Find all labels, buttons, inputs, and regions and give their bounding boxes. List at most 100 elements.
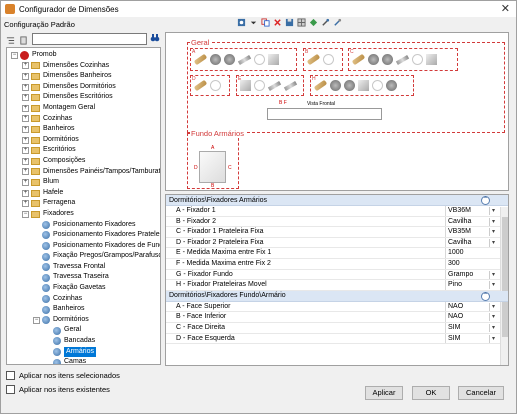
cancel-button[interactable]: Cancelar (458, 386, 504, 400)
property-select[interactable]: NAO ▾ (446, 302, 498, 312)
tree-node[interactable]: + Banheiros (7, 124, 160, 135)
tree-node[interactable]: + Dormitórios (7, 135, 160, 146)
tree-node[interactable]: + Dimensões Dormitórios (7, 82, 160, 93)
tree-node[interactable]: Posicionamento Fixadores de Fundo (7, 241, 160, 252)
property-select[interactable]: NAO ▾ (446, 312, 498, 322)
tree-node[interactable]: Travessa Frontal (7, 262, 160, 273)
tree-node[interactable]: Posicionamento Fixadores Prateleiras (7, 230, 160, 241)
category-tree[interactable]: − Promob + Dimensões Cozinhas + Dimensões Ban… (6, 47, 161, 365)
chevron-down-icon[interactable]: ▾ (489, 270, 497, 279)
tree-node[interactable]: − Promob (7, 50, 160, 61)
tree-node[interactable]: + Dimensões Cozinhas (7, 61, 160, 72)
tree-node[interactable]: + Composições (7, 156, 160, 167)
search-input[interactable] (32, 33, 147, 45)
section-header[interactable]: Dormitórios\Fixadores Armários ⌃ (166, 195, 508, 206)
tree-node[interactable]: + Montagem Geral (7, 103, 160, 114)
property-select[interactable]: SIM ▾ (446, 323, 498, 333)
tree-node[interactable]: Camas (7, 357, 160, 364)
chevron-down-icon[interactable]: ▾ (489, 334, 497, 343)
tree-node[interactable]: + Blum (7, 177, 160, 188)
chevron-down-icon[interactable]: ▾ (489, 313, 497, 322)
copy-icon[interactable] (261, 17, 270, 27)
chevron-down-icon[interactable]: ▾ (489, 302, 497, 311)
tree-node[interactable]: + Dimensões Painéis/Tampos/Tamburatos (7, 167, 160, 178)
chevron-down-icon[interactable]: ▾ (489, 207, 497, 215)
tree-node[interactable]: + Dimensões Escritórios (7, 92, 160, 103)
expand-toggle-icon[interactable]: + (22, 147, 29, 155)
list-icon[interactable] (19, 35, 28, 45)
property-select[interactable]: Cavilha ▾ (446, 217, 498, 227)
expand-toggle-icon[interactable]: + (22, 62, 29, 70)
property-select[interactable]: VB36M ▾ (446, 206, 498, 216)
collapse-section-icon[interactable]: ⌃ (481, 291, 490, 301)
property-select[interactable]: Grampo ▾ (446, 270, 498, 280)
expand-toggle-icon[interactable]: + (22, 189, 29, 197)
property-select[interactable]: VB35M ▾ (446, 227, 498, 237)
scrollbar-thumb[interactable] (502, 217, 508, 337)
apply-existing-checkbox[interactable] (6, 385, 15, 394)
new-icon[interactable] (237, 18, 246, 27)
wrench-icon[interactable] (333, 18, 342, 27)
dropdown-arrow-icon[interactable] (249, 18, 258, 27)
tree-node[interactable]: Bancadas (7, 336, 160, 347)
tree-node[interactable]: + Cozinhas (7, 114, 160, 125)
collapse-toggle-icon[interactable]: − (22, 210, 29, 218)
tree-node[interactable]: Geral (7, 325, 160, 336)
expand-toggle-icon[interactable]: + (22, 200, 29, 208)
chevron-down-icon[interactable]: ▾ (489, 217, 497, 226)
tree-node[interactable]: + Escritórios (7, 145, 160, 156)
expand-toggle-icon[interactable]: + (22, 72, 29, 80)
property-select[interactable]: Cavilha ▾ (446, 238, 498, 248)
tool-icon[interactable] (321, 18, 330, 27)
close-button[interactable]: ✕ (501, 2, 510, 15)
expand-toggle-icon[interactable]: + (22, 125, 29, 133)
collapse-toggle-icon[interactable]: − (33, 316, 40, 324)
section-header[interactable]: Dormitórios\Fixadores Fundo\Armário ⌃ (166, 290, 508, 302)
expand-all-icon[interactable] (6, 36, 15, 45)
property-select[interactable]: Pino ▾ (446, 280, 498, 290)
tree-node[interactable]: + Hafele (7, 188, 160, 199)
expand-toggle-icon[interactable]: + (22, 104, 29, 112)
tree-node[interactable]: − Dormitórios (7, 315, 160, 326)
grid-icon[interactable] (297, 17, 306, 27)
tree-node[interactable]: Banheiros (7, 304, 160, 315)
item-icon (53, 347, 61, 356)
export-icon[interactable] (309, 18, 318, 27)
binoculars-search-icon[interactable] (150, 33, 160, 44)
collapse-toggle-icon[interactable]: − (11, 51, 18, 59)
ok-button[interactable]: OK (412, 386, 450, 400)
apply-selected-checkbox[interactable] (6, 371, 15, 380)
back-letter-d: D (194, 165, 198, 171)
tree-node-label: Posicionamento Fixadores Prateleiras (53, 231, 161, 239)
expand-toggle-icon[interactable]: + (22, 115, 29, 123)
property-select[interactable]: SIM ▾ (446, 334, 498, 344)
tree-node[interactable]: Travessa Traseira (7, 272, 160, 283)
chevron-down-icon[interactable]: ▾ (489, 238, 497, 247)
chevron-down-icon[interactable]: ▾ (489, 281, 497, 290)
property-input[interactable]: 1000 (446, 248, 498, 258)
tree-node[interactable]: − Fixadores (7, 209, 160, 220)
chevron-down-icon[interactable]: ▾ (489, 228, 497, 237)
tree-node[interactable]: + Ferragena (7, 198, 160, 209)
tree-node[interactable]: Cozinhas (7, 294, 160, 305)
delete-icon[interactable] (273, 18, 282, 27)
expand-toggle-icon[interactable]: + (22, 94, 29, 102)
tree-node[interactable]: Fixação Gavetas (7, 283, 160, 294)
property-grid[interactable]: Dormitórios\Fixadores Armários ⌃ A - Fixad… (165, 194, 509, 366)
collapse-section-icon[interactable]: ⌃ (481, 196, 490, 205)
tree-node[interactable]: Armários (7, 346, 160, 358)
expand-toggle-icon[interactable]: + (22, 157, 29, 165)
apply-button[interactable]: Aplicar (365, 386, 403, 400)
vertical-scrollbar[interactable] (500, 207, 508, 365)
tree-node[interactable]: + Dimensões Banheiros (7, 71, 160, 82)
tree-node[interactable]: Posicionamento Fixadores (7, 220, 160, 231)
save-icon[interactable] (285, 18, 294, 27)
expand-toggle-icon[interactable]: + (22, 168, 29, 176)
expand-toggle-icon[interactable]: + (22, 178, 29, 186)
tree-node[interactable]: Fixação Pregos/Grampos/Parafusos (7, 251, 160, 262)
property-input[interactable]: 300 (446, 259, 498, 269)
expand-toggle-icon[interactable]: + (22, 136, 29, 144)
none-icon (254, 80, 265, 91)
chevron-down-icon[interactable]: ▾ (489, 323, 497, 332)
expand-toggle-icon[interactable]: + (22, 83, 29, 91)
